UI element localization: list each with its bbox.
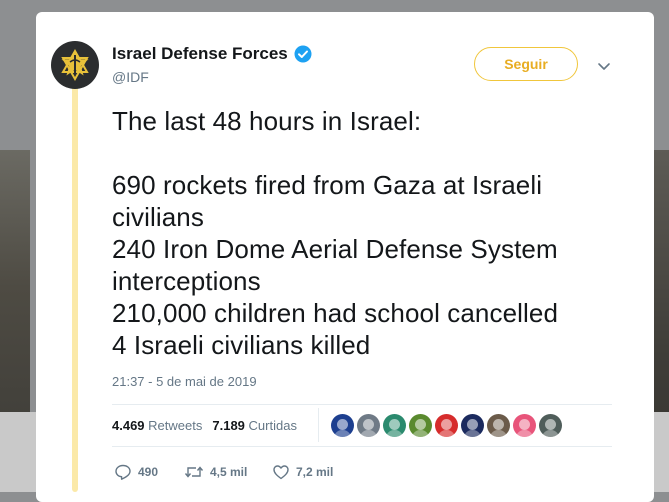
idf-emblem-icon — [60, 48, 90, 82]
tweet-text-line: 4 Israeli civilians killed — [112, 330, 371, 360]
avatar[interactable] — [51, 41, 99, 89]
reply-count: 490 — [138, 465, 159, 479]
follow-button[interactable]: Seguir — [474, 47, 578, 81]
chevron-down-icon[interactable] — [596, 58, 612, 74]
liker-avatar-5[interactable] — [435, 414, 458, 437]
retweets-label: Retweets — [148, 418, 203, 433]
liker-avatar-7[interactable] — [487, 414, 510, 437]
tweet-text-line: interceptions — [112, 266, 261, 296]
like-button[interactable]: 7,2 mil — [272, 463, 333, 481]
liker-avatar-6[interactable] — [461, 414, 484, 437]
liker-avatar-flag[interactable] — [331, 414, 354, 437]
like-count: 7,2 mil — [296, 465, 334, 479]
tweet-text-line: civilians — [112, 202, 204, 232]
tweet-text-line: 240 Iron Dome Aerial Defense System — [112, 234, 558, 264]
divider-bottom — [112, 446, 612, 447]
reply-button[interactable]: 490 — [114, 463, 184, 481]
tweet-text: The last 48 hours in Israel: 690 rockets… — [112, 105, 632, 361]
liker-avatar-4[interactable] — [409, 414, 432, 437]
liker-avatar-8[interactable] — [513, 414, 536, 437]
likes-label: Curtidas — [248, 418, 297, 433]
liker-avatar-9[interactable] — [539, 414, 562, 437]
liker-avatar-3[interactable] — [383, 414, 406, 437]
retweet-count: 4,5 mil — [210, 465, 248, 479]
liker-avatars — [331, 414, 562, 437]
retweet-button[interactable]: 4,5 mil — [184, 463, 272, 481]
reply-icon — [115, 464, 131, 480]
likes-stat[interactable]: 7.189 Curtidas — [212, 418, 297, 433]
likes-count: 7.189 — [212, 418, 245, 433]
retweets-stat[interactable]: 4.469 Retweets — [112, 418, 202, 433]
heart-icon — [273, 465, 289, 480]
tweet-stats: 4.469 Retweets 7.189 Curtidas — [112, 418, 297, 433]
tweet-actions: 490 4,5 mil 7,2 mil — [114, 463, 333, 481]
thread-line — [72, 84, 78, 492]
stats-separator — [318, 408, 319, 442]
account-name[interactable]: Israel Defense Forces — [112, 44, 312, 64]
liker-avatar-2[interactable] — [357, 414, 380, 437]
tweet-text-line: 210,000 children had school cancelled — [112, 298, 559, 328]
tweet-text-line: 690 rockets fired from Gaza at Israeli — [112, 170, 543, 200]
divider-top — [112, 404, 612, 405]
account-handle[interactable]: @IDF — [112, 69, 149, 85]
account-name-text[interactable]: Israel Defense Forces — [112, 44, 288, 64]
tweet-text-line: The last 48 hours in Israel: — [112, 106, 422, 136]
verified-badge-icon — [294, 45, 312, 63]
retweets-count: 4.469 — [112, 418, 145, 433]
tweet-timestamp[interactable]: 21:37 - 5 de mai de 2019 — [112, 374, 257, 389]
retweet-icon — [184, 466, 204, 478]
